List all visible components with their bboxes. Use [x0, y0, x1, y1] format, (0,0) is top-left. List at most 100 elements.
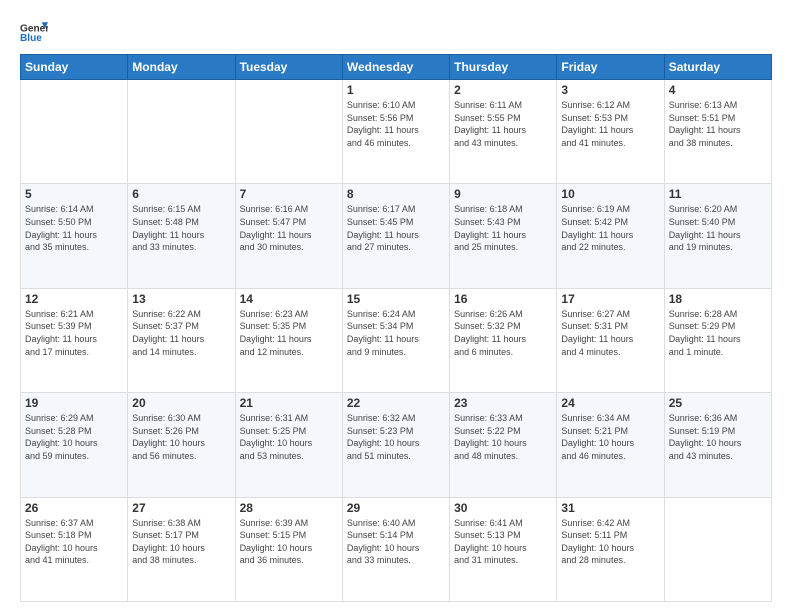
- day-number: 18: [669, 292, 767, 306]
- header: General Blue: [20, 16, 772, 44]
- day-info: Sunrise: 6:40 AM Sunset: 5:14 PM Dayligh…: [347, 517, 445, 567]
- day-number: 1: [347, 83, 445, 97]
- calendar-cell: [235, 80, 342, 184]
- day-info: Sunrise: 6:34 AM Sunset: 5:21 PM Dayligh…: [561, 412, 659, 462]
- calendar-cell: 18 Sunrise: 6:28 AM Sunset: 5:29 PM Dayli…: [664, 288, 771, 392]
- day-info: Sunrise: 6:21 AM Sunset: 5:39 PM Dayligh…: [25, 308, 123, 358]
- day-number: 10: [561, 187, 659, 201]
- day-number: 27: [132, 501, 230, 515]
- calendar-cell: [128, 80, 235, 184]
- calendar-cell: 3 Sunrise: 6:12 AM Sunset: 5:53 PM Daylig…: [557, 80, 664, 184]
- day-info: Sunrise: 6:36 AM Sunset: 5:19 PM Dayligh…: [669, 412, 767, 462]
- day-number: 17: [561, 292, 659, 306]
- calendar-cell: 8 Sunrise: 6:17 AM Sunset: 5:45 PM Daylig…: [342, 184, 449, 288]
- calendar-cell: 26 Sunrise: 6:37 AM Sunset: 5:18 PM Dayli…: [21, 497, 128, 601]
- day-number: 5: [25, 187, 123, 201]
- calendar-cell: 25 Sunrise: 6:36 AM Sunset: 5:19 PM Dayli…: [664, 393, 771, 497]
- calendar-cell: 17 Sunrise: 6:27 AM Sunset: 5:31 PM Dayli…: [557, 288, 664, 392]
- day-info: Sunrise: 6:13 AM Sunset: 5:51 PM Dayligh…: [669, 99, 767, 149]
- day-number: 11: [669, 187, 767, 201]
- calendar-cell: 13Sunrise: 6:22 AM Sunset: 5:37 PM Dayli…: [128, 288, 235, 392]
- calendar-cell: 22Sunrise: 6:32 AM Sunset: 5:23 PM Dayli…: [342, 393, 449, 497]
- day-info: Sunrise: 6:16 AM Sunset: 5:47 PM Dayligh…: [240, 203, 338, 253]
- day-info: Sunrise: 6:30 AM Sunset: 5:26 PM Dayligh…: [132, 412, 230, 462]
- day-info: Sunrise: 6:10 AM Sunset: 5:56 PM Dayligh…: [347, 99, 445, 149]
- day-number: 24: [561, 396, 659, 410]
- calendar-cell: 5 Sunrise: 6:14 AM Sunset: 5:50 PM Daylig…: [21, 184, 128, 288]
- day-number: 12: [25, 292, 123, 306]
- day-number: 20: [132, 396, 230, 410]
- day-number: 6: [132, 187, 230, 201]
- week-row-4: 19Sunrise: 6:29 AM Sunset: 5:28 PM Dayli…: [21, 393, 772, 497]
- day-number: 7: [240, 187, 338, 201]
- calendar-cell: 19Sunrise: 6:29 AM Sunset: 5:28 PM Dayli…: [21, 393, 128, 497]
- day-header-monday: Monday: [128, 55, 235, 80]
- day-number: 16: [454, 292, 552, 306]
- logo: General Blue: [20, 16, 48, 44]
- day-number: 13: [132, 292, 230, 306]
- calendar-cell: 10 Sunrise: 6:19 AM Sunset: 5:42 PM Dayli…: [557, 184, 664, 288]
- day-header-sunday: Sunday: [21, 55, 128, 80]
- day-info: Sunrise: 6:18 AM Sunset: 5:43 PM Dayligh…: [454, 203, 552, 253]
- header-row: SundayMondayTuesdayWednesdayThursdayFrid…: [21, 55, 772, 80]
- calendar-cell: 2Sunrise: 6:11 AM Sunset: 5:55 PM Daylig…: [450, 80, 557, 184]
- day-number: 31: [561, 501, 659, 515]
- week-row-2: 5 Sunrise: 6:14 AM Sunset: 5:50 PM Daylig…: [21, 184, 772, 288]
- calendar-cell: 15 Sunrise: 6:24 AM Sunset: 5:34 PM Dayli…: [342, 288, 449, 392]
- day-number: 29: [347, 501, 445, 515]
- day-number: 4: [669, 83, 767, 97]
- day-header-saturday: Saturday: [664, 55, 771, 80]
- logo-icon: General Blue: [20, 16, 48, 44]
- calendar-cell: 30Sunrise: 6:41 AM Sunset: 5:13 PM Dayli…: [450, 497, 557, 601]
- day-info: Sunrise: 6:37 AM Sunset: 5:18 PM Dayligh…: [25, 517, 123, 567]
- day-number: 14: [240, 292, 338, 306]
- day-number: 21: [240, 396, 338, 410]
- calendar-cell: 16 Sunrise: 6:26 AM Sunset: 5:32 PM Dayli…: [450, 288, 557, 392]
- calendar-cell: 29 Sunrise: 6:40 AM Sunset: 5:14 PM Dayli…: [342, 497, 449, 601]
- day-number: 23: [454, 396, 552, 410]
- day-info: Sunrise: 6:15 AM Sunset: 5:48 PM Dayligh…: [132, 203, 230, 253]
- day-number: 26: [25, 501, 123, 515]
- day-number: 3: [561, 83, 659, 97]
- day-info: Sunrise: 6:17 AM Sunset: 5:45 PM Dayligh…: [347, 203, 445, 253]
- day-info: Sunrise: 6:19 AM Sunset: 5:42 PM Dayligh…: [561, 203, 659, 253]
- calendar-cell: 4 Sunrise: 6:13 AM Sunset: 5:51 PM Daylig…: [664, 80, 771, 184]
- day-info: Sunrise: 6:31 AM Sunset: 5:25 PM Dayligh…: [240, 412, 338, 462]
- day-info: Sunrise: 6:24 AM Sunset: 5:34 PM Dayligh…: [347, 308, 445, 358]
- calendar-cell: [664, 497, 771, 601]
- day-info: Sunrise: 6:33 AM Sunset: 5:22 PM Dayligh…: [454, 412, 552, 462]
- day-info: Sunrise: 6:27 AM Sunset: 5:31 PM Dayligh…: [561, 308, 659, 358]
- calendar-cell: 24 Sunrise: 6:34 AM Sunset: 5:21 PM Dayli…: [557, 393, 664, 497]
- day-number: 9: [454, 187, 552, 201]
- calendar-cell: 14Sunrise: 6:23 AM Sunset: 5:35 PM Dayli…: [235, 288, 342, 392]
- calendar-table: SundayMondayTuesdayWednesdayThursdayFrid…: [20, 54, 772, 602]
- day-info: Sunrise: 6:42 AM Sunset: 5:11 PM Dayligh…: [561, 517, 659, 567]
- calendar-cell: 28 Sunrise: 6:39 AM Sunset: 5:15 PM Dayli…: [235, 497, 342, 601]
- day-number: 8: [347, 187, 445, 201]
- calendar-cell: 6 Sunrise: 6:15 AM Sunset: 5:48 PM Daylig…: [128, 184, 235, 288]
- day-number: 2: [454, 83, 552, 97]
- day-info: Sunrise: 6:29 AM Sunset: 5:28 PM Dayligh…: [25, 412, 123, 462]
- calendar-cell: 12 Sunrise: 6:21 AM Sunset: 5:39 PM Dayli…: [21, 288, 128, 392]
- calendar-cell: 20 Sunrise: 6:30 AM Sunset: 5:26 PM Dayli…: [128, 393, 235, 497]
- day-number: 28: [240, 501, 338, 515]
- day-info: Sunrise: 6:26 AM Sunset: 5:32 PM Dayligh…: [454, 308, 552, 358]
- day-info: Sunrise: 6:20 AM Sunset: 5:40 PM Dayligh…: [669, 203, 767, 253]
- week-row-1: 1 Sunrise: 6:10 AM Sunset: 5:56 PM Daylig…: [21, 80, 772, 184]
- svg-text:Blue: Blue: [20, 33, 42, 44]
- page: General Blue SundayMondayTuesdayWednesda…: [0, 0, 792, 612]
- day-info: Sunrise: 6:39 AM Sunset: 5:15 PM Dayligh…: [240, 517, 338, 567]
- day-info: Sunrise: 6:14 AM Sunset: 5:50 PM Dayligh…: [25, 203, 123, 253]
- day-number: 15: [347, 292, 445, 306]
- calendar-cell: 7 Sunrise: 6:16 AM Sunset: 5:47 PM Daylig…: [235, 184, 342, 288]
- day-number: 22: [347, 396, 445, 410]
- day-info: Sunrise: 6:38 AM Sunset: 5:17 PM Dayligh…: [132, 517, 230, 567]
- day-info: Sunrise: 6:12 AM Sunset: 5:53 PM Dayligh…: [561, 99, 659, 149]
- day-info: Sunrise: 6:28 AM Sunset: 5:29 PM Dayligh…: [669, 308, 767, 358]
- day-number: 25: [669, 396, 767, 410]
- calendar-cell: 27 Sunrise: 6:38 AM Sunset: 5:17 PM Dayli…: [128, 497, 235, 601]
- calendar-cell: 11 Sunrise: 6:20 AM Sunset: 5:40 PM Dayli…: [664, 184, 771, 288]
- calendar-cell: 31 Sunrise: 6:42 AM Sunset: 5:11 PM Dayli…: [557, 497, 664, 601]
- calendar-cell: [21, 80, 128, 184]
- day-header-friday: Friday: [557, 55, 664, 80]
